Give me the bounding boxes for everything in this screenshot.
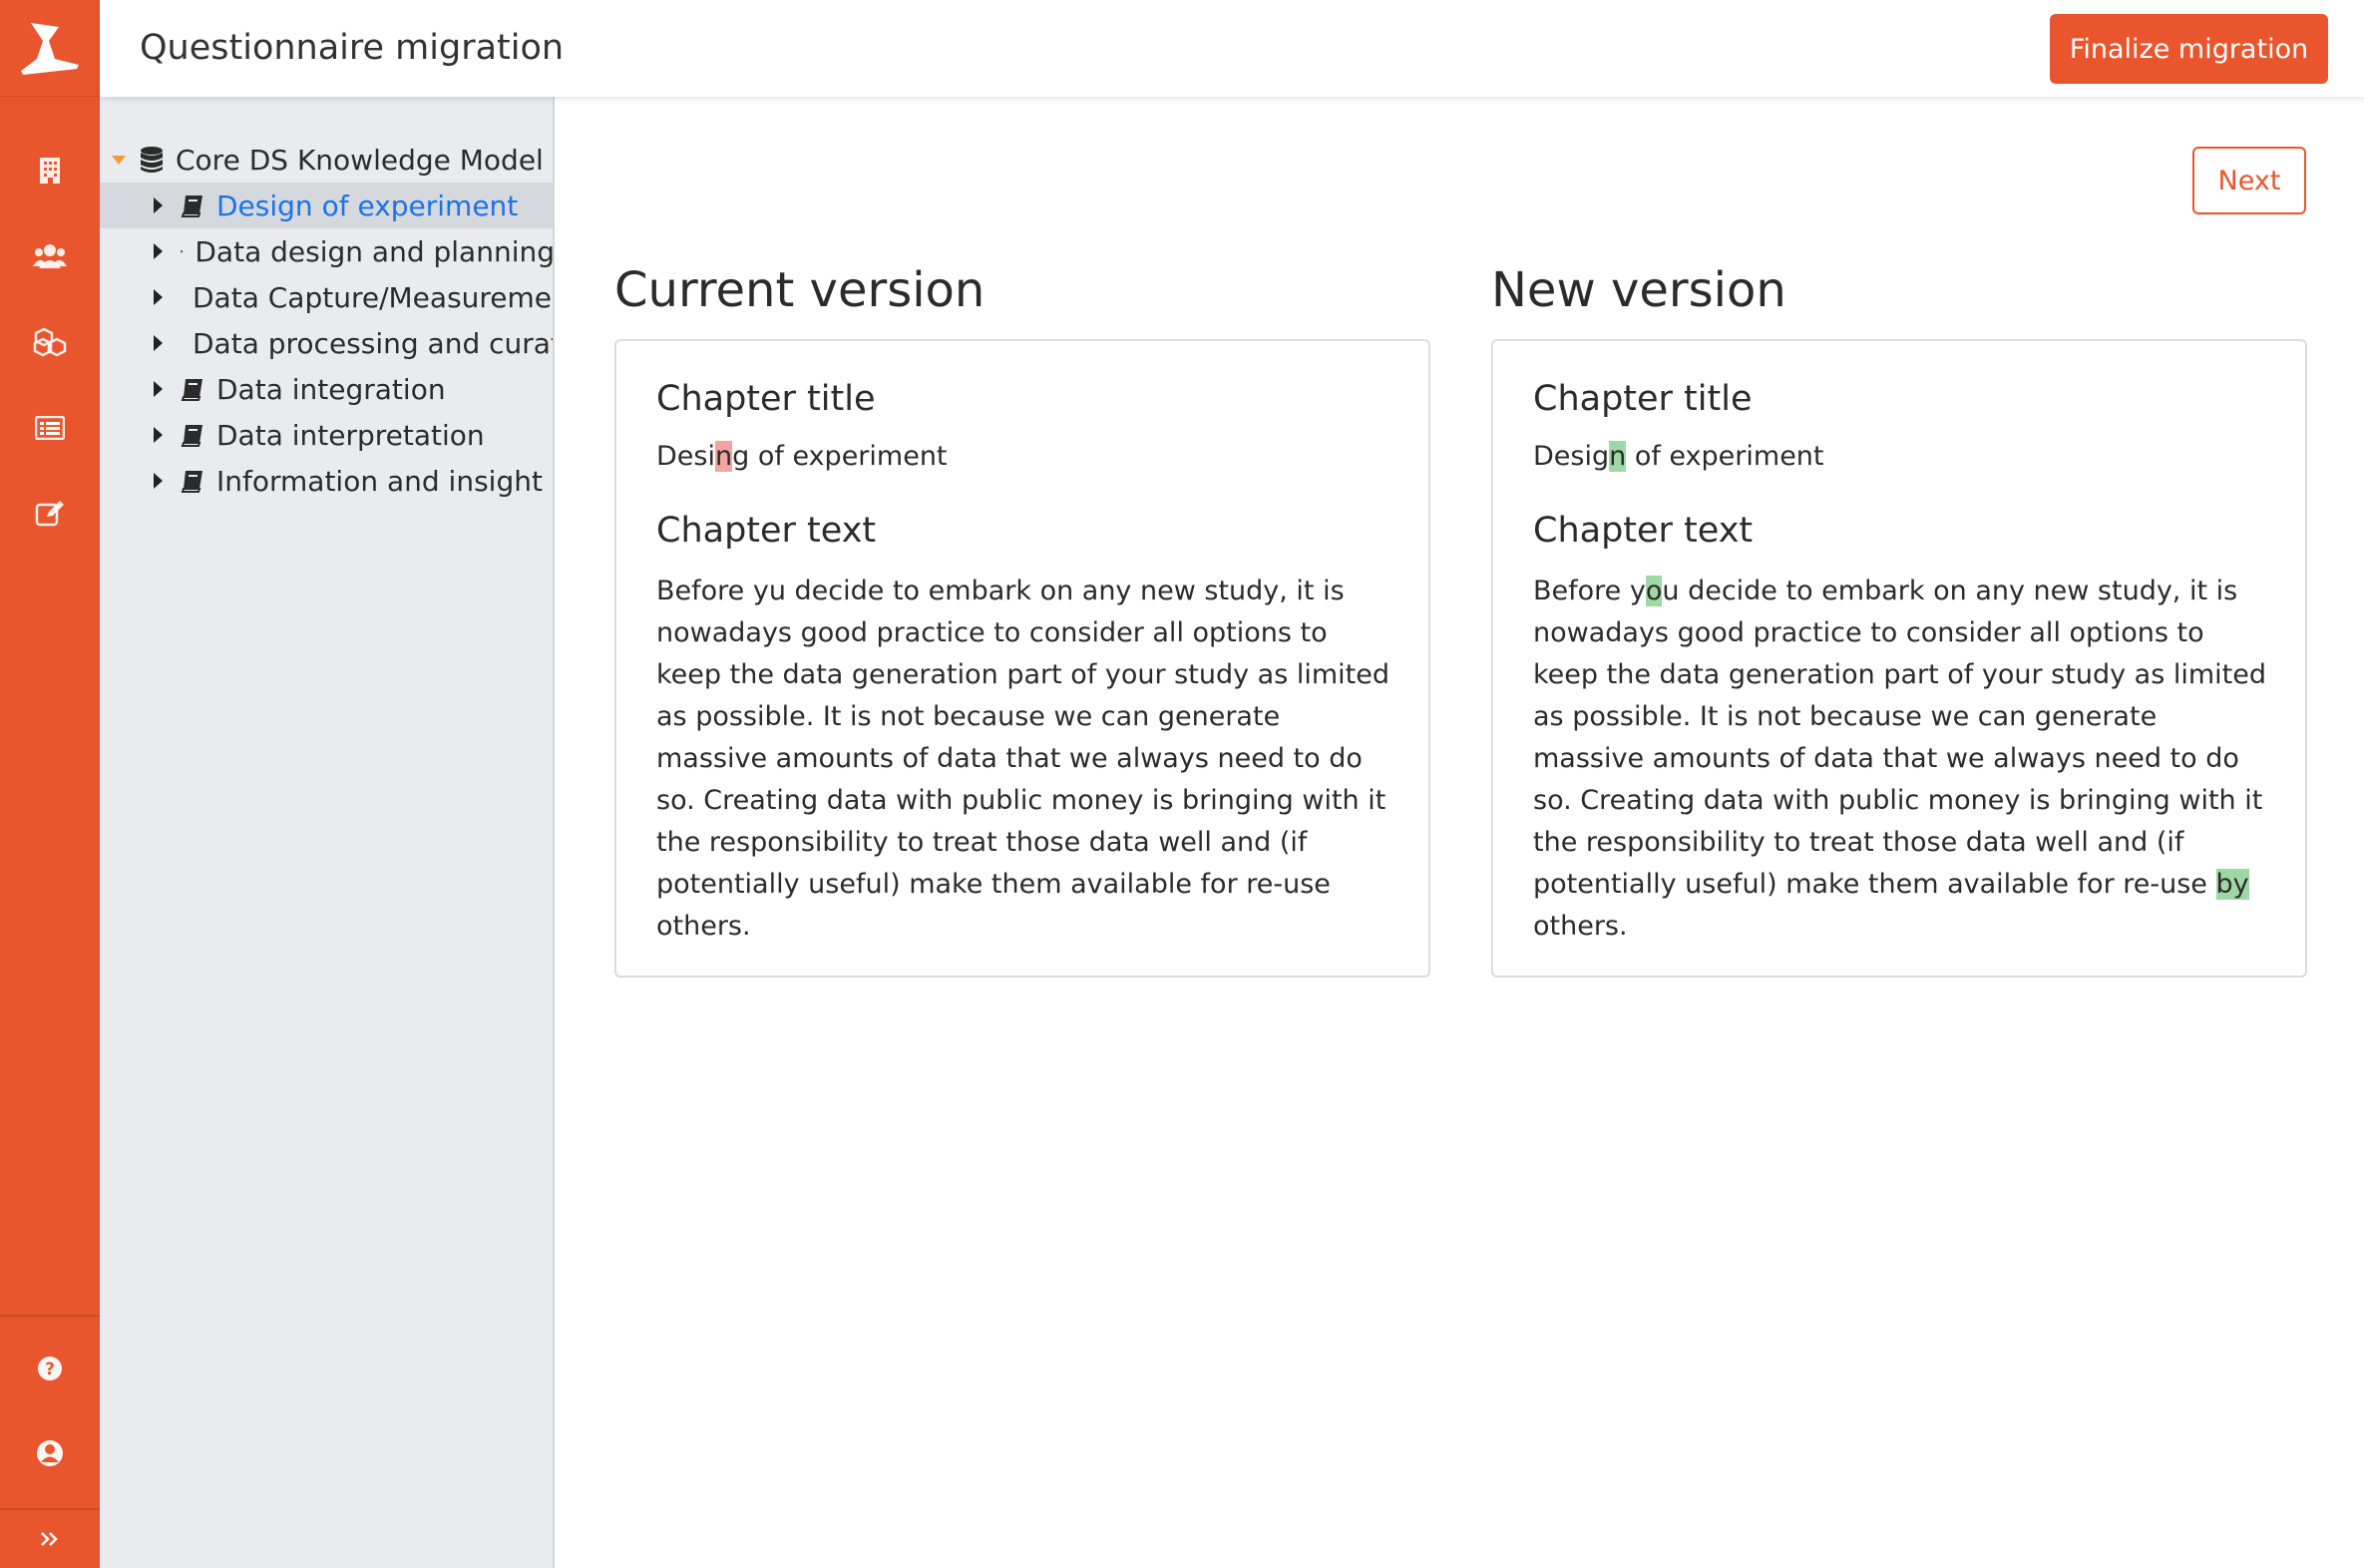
double-chevron-right-icon <box>41 1532 58 1546</box>
tree-item-chapter[interactable]: Data design and planning <box>100 228 555 274</box>
knowledge-model-tree: Core DS Knowledge Model Design of experi… <box>100 97 555 1568</box>
inserted-text: by <box>2215 869 2249 900</box>
finalize-migration-button[interactable]: Finalize migration <box>2050 14 2328 84</box>
chapter-text-segment: Before y <box>1533 576 1646 606</box>
caret-right-icon[interactable] <box>154 289 163 305</box>
title-text: Desi <box>656 441 715 472</box>
chapter-title-value: Design of experiment <box>1533 441 1824 472</box>
chapter-title-value: Desing of experiment <box>656 441 948 472</box>
caret-right-icon[interactable] <box>154 381 163 397</box>
tree-root-label: Core DS Knowledge Model <box>176 143 544 177</box>
left-rail: ? <box>0 0 100 1568</box>
edit-icon <box>35 501 64 527</box>
cubes-icon <box>33 327 67 357</box>
chapter-title-heading: Chapter title <box>656 379 876 419</box>
nav-knowledge-models[interactable] <box>0 311 100 373</box>
nav-questionnaires[interactable] <box>0 397 100 459</box>
top-header: Questionnaire migration Finalize migrati… <box>100 0 2364 97</box>
tree-root[interactable]: Core DS Knowledge Model <box>100 137 553 183</box>
chapter-text-segment: others. <box>1533 911 1628 942</box>
caret-right-icon[interactable] <box>154 473 163 489</box>
book-icon <box>181 471 202 493</box>
title-text: of experiment <box>1626 441 1824 472</box>
tree-item-label: Data integration <box>216 372 446 406</box>
tree-item-chapter[interactable]: Data processing and curation <box>100 320 553 366</box>
nav-organization[interactable] <box>0 140 100 201</box>
question-circle-icon: ? <box>38 1357 62 1380</box>
migration-main: Next Current version New version Chapter… <box>555 97 2364 1568</box>
chapter-text-heading: Chapter text <box>1533 511 1754 551</box>
app-logo[interactable] <box>0 0 100 97</box>
caret-right-icon[interactable] <box>154 427 163 443</box>
tree-item-chapter[interactable]: Information and insight <box>100 458 553 504</box>
chapter-text-value: Before you decide to embark on any new s… <box>1533 571 2271 948</box>
database-icon <box>141 147 163 173</box>
tree-item-label: Data processing and curation <box>193 326 553 360</box>
title-text: Desig <box>1533 441 1610 472</box>
current-version-heading: Current version <box>614 262 985 318</box>
nav-migrations[interactable] <box>0 483 100 545</box>
nav-help[interactable]: ? <box>0 1338 100 1399</box>
deleted-text: n <box>714 441 733 472</box>
caret-down-icon[interactable] <box>112 155 126 165</box>
inserted-text: n <box>1609 441 1627 472</box>
inserted-text: o <box>1645 576 1663 606</box>
chapter-title-heading: Chapter title <box>1533 379 1753 419</box>
chapter-text-heading: Chapter text <box>656 511 877 551</box>
book-icon <box>181 425 202 447</box>
caret-right-icon[interactable] <box>154 197 163 213</box>
list-icon <box>35 416 65 440</box>
new-version-heading: New version <box>1491 262 1786 318</box>
tree-item-label: Data Capture/Measurement <box>193 280 555 314</box>
book-icon <box>181 250 184 253</box>
chapter-text-segment: u decide to embark on any new study, it … <box>1533 576 2266 900</box>
svg-text:?: ? <box>45 1360 55 1379</box>
tree-item-chapter[interactable]: Data Capture/Measurement <box>100 274 555 320</box>
caret-right-icon[interactable] <box>154 243 163 259</box>
title-text: g of experiment <box>732 441 948 472</box>
book-icon <box>181 379 202 401</box>
tree-item-chapter[interactable]: Design of experiment <box>100 183 553 228</box>
chapter-text-value: Before yu decide to embark on any new st… <box>656 576 1389 942</box>
next-button[interactable]: Next <box>2192 147 2306 214</box>
building-icon <box>40 158 60 184</box>
nav-profile[interactable] <box>0 1422 100 1484</box>
current-version-card: Chapter title Desing of experiment Chapt… <box>614 339 1430 978</box>
page-title: Questionnaire migration <box>140 28 565 68</box>
tree-item-label: Data interpretation <box>216 418 485 452</box>
collapse-sidebar-button[interactable] <box>0 1510 100 1568</box>
tree-item-chapter[interactable]: Data interpretation <box>100 412 553 458</box>
wizard-hat-icon <box>21 23 79 75</box>
tree-item-label: Information and insight <box>216 464 543 498</box>
rail-separator <box>0 1315 100 1317</box>
users-icon <box>33 244 67 268</box>
book-icon <box>181 196 202 217</box>
nav-users[interactable] <box>0 225 100 287</box>
user-circle-icon <box>37 1440 63 1466</box>
new-version-card: Chapter title Design of experiment Chapt… <box>1491 339 2307 978</box>
tree-item-label: Data design and planning <box>195 234 555 268</box>
app: ? Questionnaire migration Finalize migra… <box>0 0 2364 1568</box>
caret-right-icon[interactable] <box>154 335 163 351</box>
tree-item-chapter[interactable]: Data integration <box>100 366 553 412</box>
tree-item-label: Design of experiment <box>216 189 519 222</box>
